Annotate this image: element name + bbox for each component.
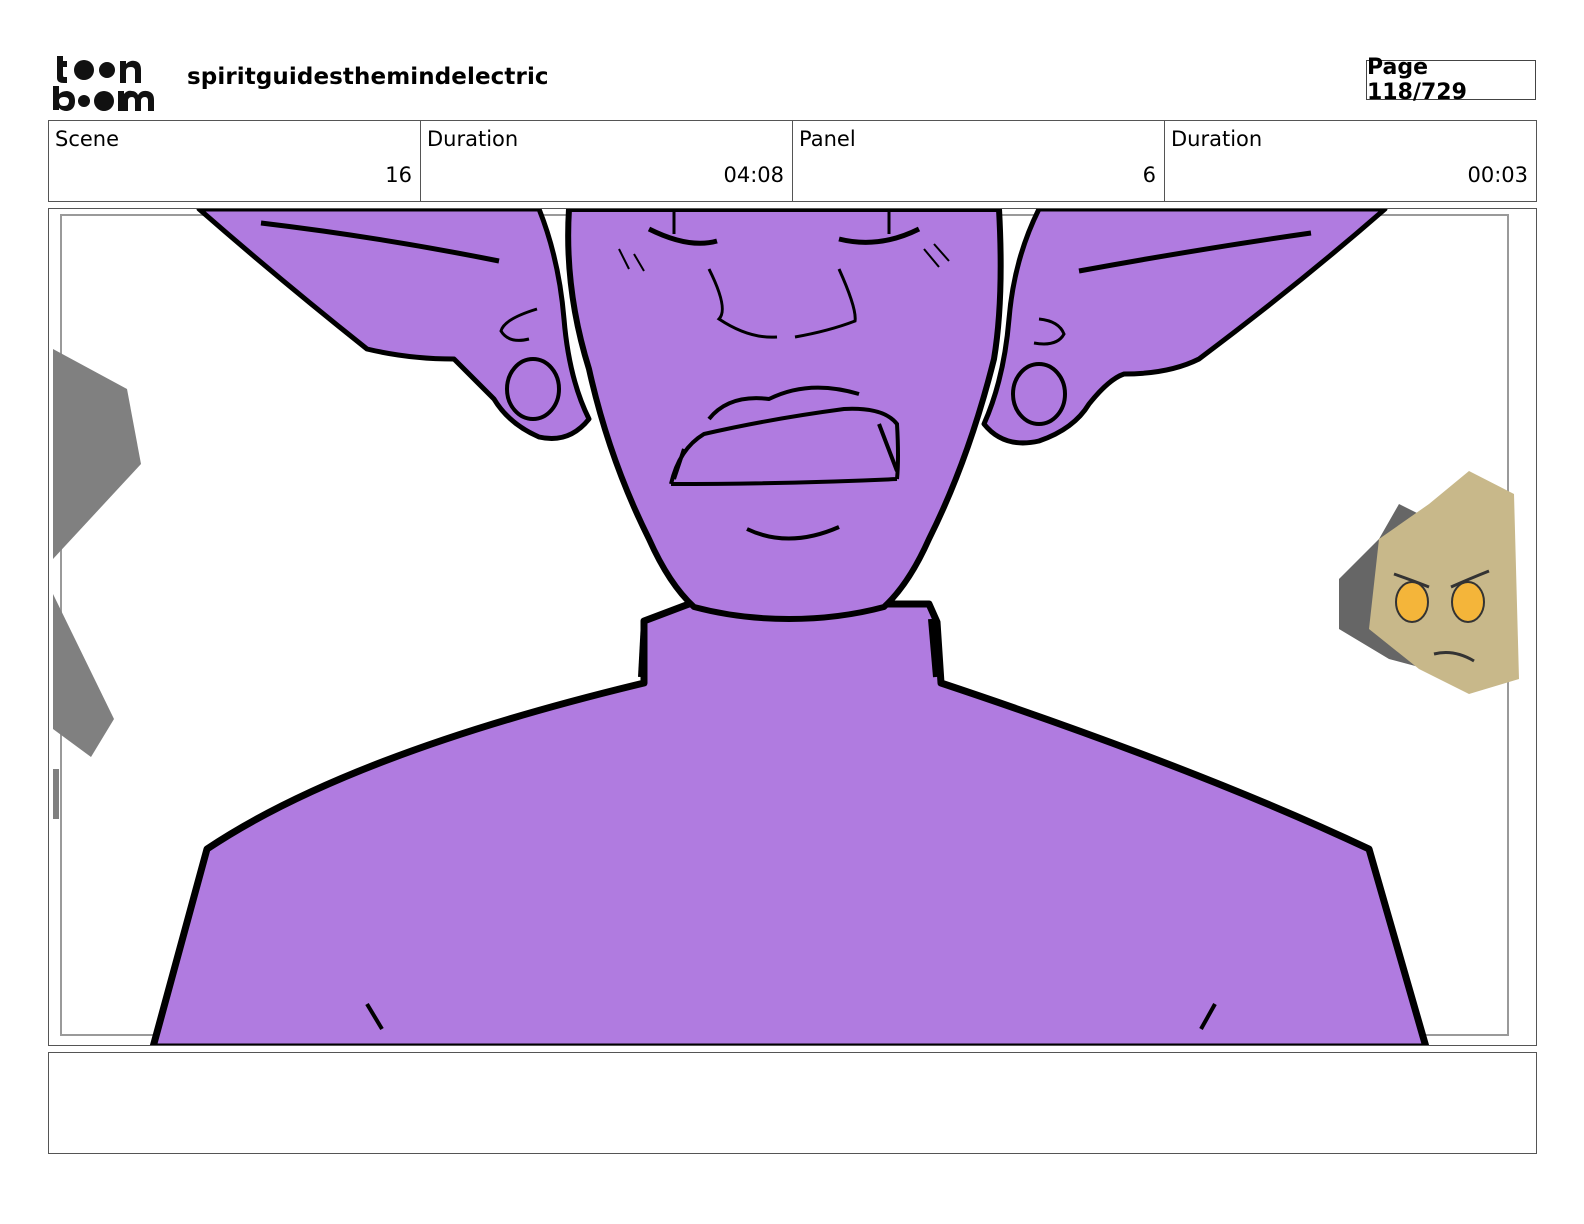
panel-value: 6 <box>1142 163 1156 187</box>
scene-label: Scene <box>55 127 120 151</box>
panel-artwork <box>53 209 1519 1045</box>
scene-duration-label: Duration <box>427 127 519 151</box>
panel-duration-cell: Duration 00:03 <box>1165 121 1536 201</box>
background-character <box>1339 471 1519 694</box>
panel-duration-value: 00:03 <box>1467 163 1528 187</box>
project-title: spiritguidesthemindelectric <box>187 64 549 90</box>
panel-info-table: Scene 16 Duration 04:08 Panel 6 Duration… <box>48 120 1537 202</box>
background-shape <box>53 594 114 757</box>
page-indicator: Page 118/729 <box>1366 55 1536 105</box>
background-shape <box>53 349 141 559</box>
toonboom-logo: toon <box>53 56 154 111</box>
scene-duration-cell: Duration 04:08 <box>421 121 793 201</box>
panel-label: Panel <box>799 127 856 151</box>
scene-duration-value: 04:08 <box>723 163 784 187</box>
character-body <box>149 600 1430 1045</box>
background-shape <box>53 769 59 819</box>
right-ear <box>981 209 1388 446</box>
panel-notes <box>48 1052 1537 1154</box>
scene-value: 16 <box>385 163 412 187</box>
character-head <box>565 209 1004 622</box>
panel-duration-label: Duration <box>1171 127 1263 151</box>
scene-cell: Scene 16 <box>49 121 421 201</box>
storyboard-panel <box>48 208 1537 1046</box>
panel-cell: Panel 6 <box>793 121 1165 201</box>
